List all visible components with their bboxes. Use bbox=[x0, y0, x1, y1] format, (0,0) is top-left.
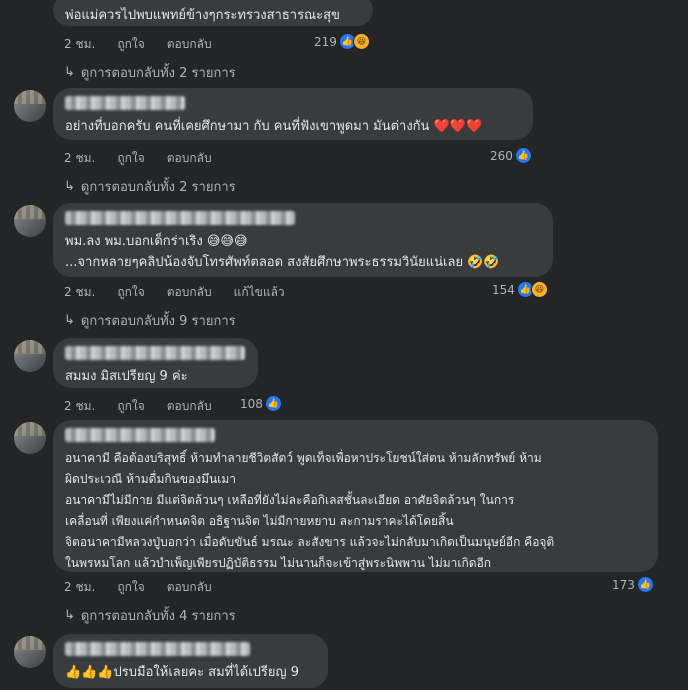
edited-label[interactable]: แก้ไขแล้ว bbox=[234, 283, 285, 302]
reply-arrow-icon: ↳ bbox=[64, 608, 75, 623]
comment-line: ผิดประเวณี ห้ามดื่มกินของมึนเมา bbox=[65, 472, 236, 486]
comment-meta: 2 ชม. ถูกใจ ตอบกลับ bbox=[64, 397, 234, 416]
comment-time[interactable]: 2 ชม. bbox=[64, 578, 95, 597]
reaction-count: 173 bbox=[612, 577, 635, 592]
reaction-count: 108 bbox=[240, 396, 263, 411]
author-name[interactable] bbox=[65, 642, 250, 656]
comment-line: อนาคามี คือต้องบริสุทธิ์ ห้ามทำลายชีวิตส… bbox=[65, 451, 542, 465]
view-replies-link[interactable]: ↳ ดูการตอบกลับทั้ง 2 รายการ bbox=[64, 62, 236, 83]
view-replies-label: ดูการตอบกลับทั้ง 9 รายการ bbox=[80, 314, 236, 329]
like-button[interactable]: ถูกใจ bbox=[117, 397, 144, 416]
view-replies-link[interactable]: ↳ ดูการตอบกลับทั้ง 4 รายการ bbox=[64, 605, 236, 626]
reply-button[interactable]: ตอบกลับ bbox=[167, 283, 212, 302]
comment-line: พ่อแม่ควรไปพบแพทย์ข้างๆกระทรวงสาธารณะสุข bbox=[65, 8, 340, 23]
comment-line: เคลื่อนที่ เพียงแค่กำหนดจิต อธิฐานจิต ไม… bbox=[65, 514, 454, 528]
comment-meta: 2 ชม. ถูกใจ ตอบกลับ bbox=[64, 578, 234, 597]
reply-arrow-icon: ↳ bbox=[64, 313, 75, 328]
like-button[interactable]: ถูกใจ bbox=[117, 283, 144, 302]
comment-time[interactable]: 2 ชม. bbox=[64, 149, 95, 168]
comment-bubble: สมมง มิสเปรียญ 9 ค่ะ bbox=[53, 338, 258, 388]
reaction-summary[interactable]: 219 👍 😆 bbox=[314, 33, 370, 50]
comment-text: พ่อแม่ควรไปพบแพทย์ข้างๆกระทรวงสาธารณะสุข bbox=[65, 5, 361, 26]
avatar[interactable] bbox=[14, 205, 46, 237]
like-icon: 👍 bbox=[636, 576, 654, 593]
comment-line: อย่างที่บอกครับ คนที่เคยศึกษามา กับ คนที… bbox=[65, 119, 483, 134]
comment-line: ...จากหลายๆคลิปน้องจับโทรศัพท์ตลอด สงสัย… bbox=[65, 255, 500, 270]
like-icon: 👍 bbox=[514, 147, 532, 164]
reaction-count: 260 bbox=[490, 148, 513, 163]
comment-line: พม.ลง พม.บอกเด็กร่าเริง 😅😅😅 bbox=[65, 234, 248, 249]
comment-meta: 2 ชม. ถูกใจ ตอบกลับ bbox=[64, 149, 234, 168]
reply-button[interactable]: ตอบกลับ bbox=[167, 578, 212, 597]
comment-meta: 2 ชม. ถูกใจ ตอบกลับ แก้ไขแล้ว bbox=[64, 283, 307, 302]
view-replies-link[interactable]: ↳ ดูการตอบกลับทั้ง 9 รายการ bbox=[64, 310, 236, 331]
like-button[interactable]: ถูกใจ bbox=[117, 578, 144, 597]
view-replies-label: ดูการตอบกลับทั้ง 2 รายการ bbox=[80, 66, 236, 81]
comment-bubble: พม.ลง พม.บอกเด็กร่าเริง 😅😅😅 ...จากหลายๆค… bbox=[53, 203, 553, 277]
comment-time[interactable]: 2 ชม. bbox=[64, 35, 95, 54]
comment-line: ในพรหมโลก แล้วบำเพ็ญเพียรปฏิบัติธรรม ไม่… bbox=[65, 556, 492, 570]
author-name[interactable] bbox=[65, 428, 215, 442]
comment-text: อนาคามี คือต้องบริสุทธิ์ ห้ามทำลายชีวิตส… bbox=[65, 448, 646, 574]
comment-text: พม.ลง พม.บอกเด็กร่าเริง 😅😅😅 ...จากหลายๆค… bbox=[65, 231, 541, 273]
reaction-count: 154 bbox=[492, 282, 515, 297]
reply-button[interactable]: ตอบกลับ bbox=[167, 35, 212, 54]
comment-bubble: อนาคามี คือต้องบริสุทธิ์ ห้ามทำลายชีวิตส… bbox=[53, 420, 658, 572]
haha-icon: 😆 bbox=[352, 33, 370, 50]
like-button[interactable]: ถูกใจ bbox=[117, 149, 144, 168]
comment-text: 👍👍👍ปรบมือให้เลยคะ สมที่ได้เปรียญ 9 bbox=[65, 662, 316, 683]
reaction-summary[interactable]: 173 👍 bbox=[612, 576, 654, 593]
author-name[interactable] bbox=[65, 96, 185, 110]
comment-line: สมมง มิสเปรียญ 9 ค่ะ bbox=[65, 369, 188, 384]
like-icon: 👍 bbox=[264, 395, 282, 412]
reaction-summary[interactable]: 260 👍 bbox=[490, 147, 532, 164]
haha-icon: 😆 bbox=[530, 281, 548, 298]
comment-time[interactable]: 2 ชม. bbox=[64, 397, 95, 416]
author-name[interactable] bbox=[65, 346, 245, 360]
reaction-summary[interactable]: 154 👍 😆 bbox=[492, 281, 548, 298]
comment-text: สมมง มิสเปรียญ 9 ค่ะ bbox=[65, 366, 246, 387]
comment-text: อย่างที่บอกครับ คนที่เคยศึกษามา กับ คนที… bbox=[65, 116, 521, 137]
comment-bubble: พ่อแม่ควรไปพบแพทย์ข้างๆกระทรวงสาธารณะสุข bbox=[53, 0, 373, 26]
reply-arrow-icon: ↳ bbox=[64, 179, 75, 194]
avatar[interactable] bbox=[14, 422, 46, 454]
comment-meta: 2 ชม. ถูกใจ ตอบกลับ bbox=[64, 35, 234, 54]
comment-bubble: 👍👍👍ปรบมือให้เลยคะ สมที่ได้เปรียญ 9 bbox=[53, 634, 328, 688]
comment-bubble: อย่างที่บอกครับ คนที่เคยศึกษามา กับ คนที… bbox=[53, 88, 533, 140]
author-name[interactable] bbox=[65, 211, 295, 225]
reply-arrow-icon: ↳ bbox=[64, 65, 75, 80]
view-replies-label: ดูการตอบกลับทั้ง 4 รายการ bbox=[80, 609, 236, 624]
avatar[interactable] bbox=[14, 636, 46, 668]
reaction-count: 219 bbox=[314, 34, 337, 49]
comment-line: อนาคามีไม่มีกาย มีแต่จิตล้วนๆ เหลือที่ยั… bbox=[65, 493, 515, 507]
comment-line: จิตอนาคามีหลวงปู่บอกว่า เมื่อดับขันธ์ มร… bbox=[65, 535, 555, 549]
reaction-summary[interactable]: 108 👍 bbox=[240, 395, 282, 412]
reply-button[interactable]: ตอบกลับ bbox=[167, 149, 212, 168]
like-button[interactable]: ถูกใจ bbox=[117, 35, 144, 54]
avatar[interactable] bbox=[14, 340, 46, 372]
view-replies-label: ดูการตอบกลับทั้ง 2 รายการ bbox=[80, 180, 236, 195]
view-replies-link[interactable]: ↳ ดูการตอบกลับทั้ง 2 รายการ bbox=[64, 176, 236, 197]
comment-line: 👍👍👍ปรบมือให้เลยคะ สมที่ได้เปรียญ 9 bbox=[65, 665, 300, 680]
avatar[interactable] bbox=[14, 90, 46, 122]
reply-button[interactable]: ตอบกลับ bbox=[167, 397, 212, 416]
comment-time[interactable]: 2 ชม. bbox=[64, 283, 95, 302]
